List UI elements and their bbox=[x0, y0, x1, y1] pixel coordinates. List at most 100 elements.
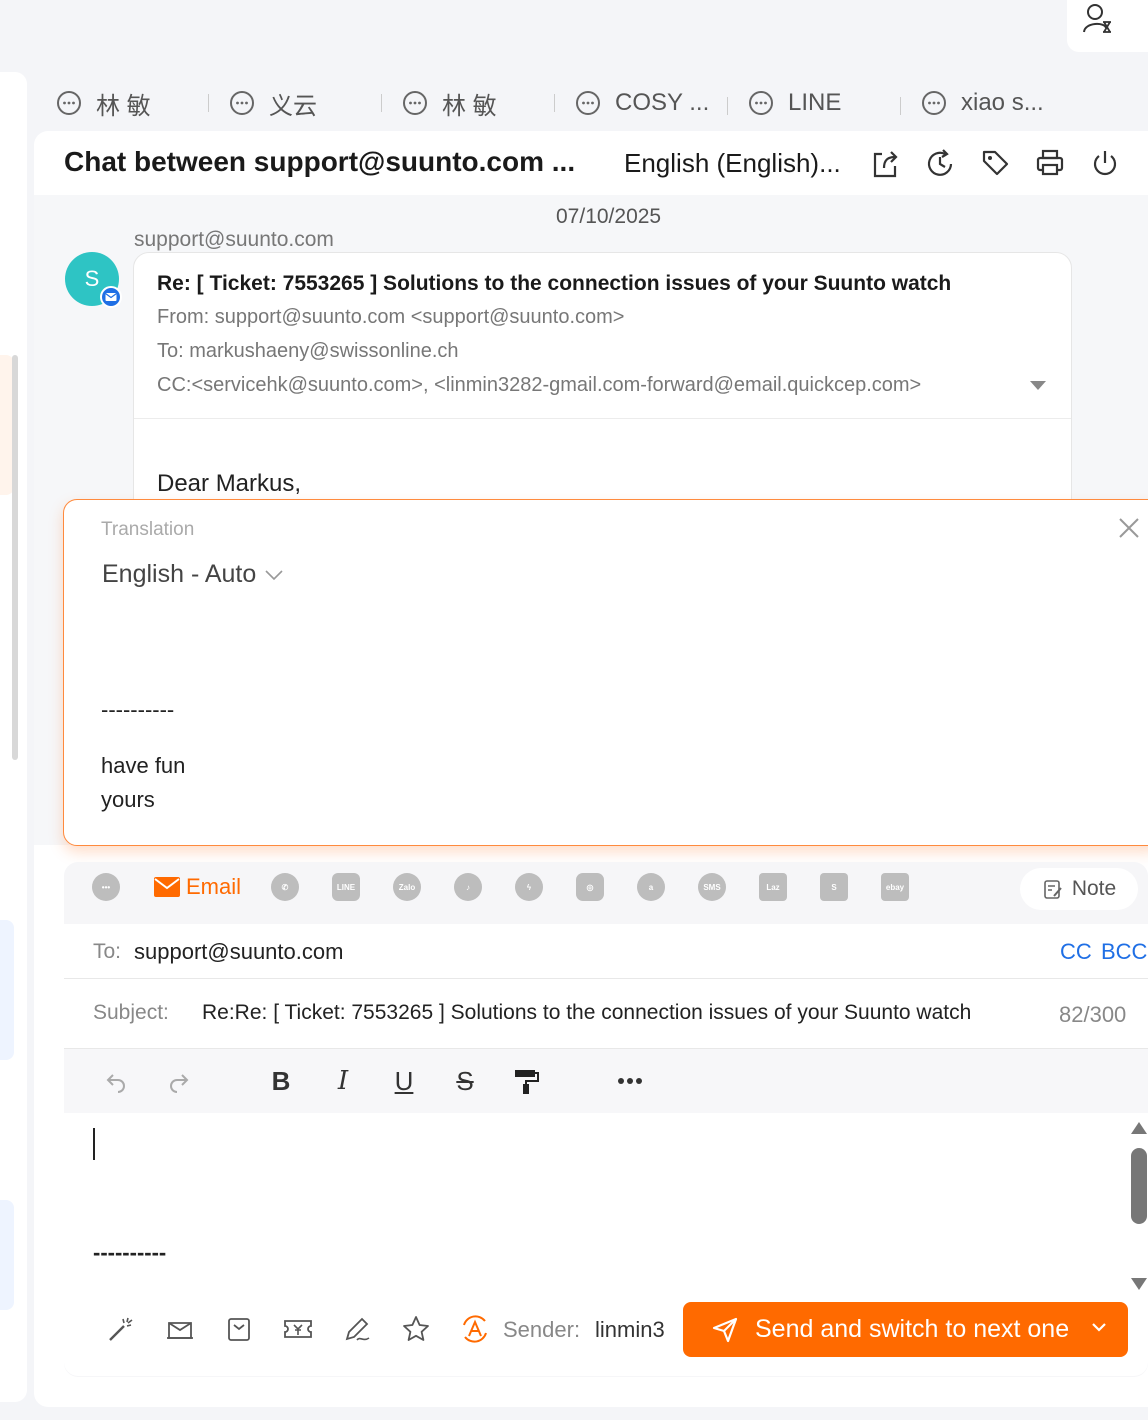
chat-tab[interactable]: 林 敏 bbox=[56, 86, 229, 121]
scroll-up-icon[interactable] bbox=[1131, 1122, 1147, 1134]
sms-icon[interactable]: SMS bbox=[698, 873, 727, 901]
channel-bar: ••• Email ✆ LINE Zalo ♪ ϟ ◎ a SMS Laz S … bbox=[92, 873, 942, 901]
email-from: From: support@suunto.com <support@suunto… bbox=[157, 306, 625, 328]
send-button-label: Send and switch to next one bbox=[755, 1315, 1070, 1343]
strikethrough-icon[interactable]: S bbox=[452, 1065, 478, 1097]
amazon-icon[interactable]: a bbox=[637, 873, 666, 901]
translation-line: yours bbox=[101, 787, 155, 812]
email-body-greeting: Dear Markus, bbox=[157, 470, 302, 497]
chevron-down-icon[interactable] bbox=[1090, 1320, 1108, 1334]
to-label: To: bbox=[93, 940, 122, 963]
note-button[interactable]: Note bbox=[1020, 868, 1138, 910]
left-panel-item[interactable] bbox=[0, 920, 14, 1060]
star-icon[interactable] bbox=[400, 1313, 432, 1345]
undo-icon[interactable] bbox=[102, 1065, 130, 1097]
sender-label: Sender: bbox=[503, 1317, 581, 1342]
chat-tab-label: 林 敏 bbox=[442, 92, 497, 120]
chat-tab-label: COSY ... bbox=[615, 89, 710, 116]
header-actions bbox=[870, 146, 1120, 180]
email-icon bbox=[154, 877, 180, 897]
coupon-icon[interactable] bbox=[282, 1313, 314, 1345]
user-status-icon bbox=[1083, 4, 1111, 33]
chat-title: Chat between support@suunto.com ... bbox=[64, 146, 576, 177]
translation-popup bbox=[63, 499, 1148, 846]
send-and-next-button[interactable]: Send and switch to next one bbox=[683, 1302, 1128, 1357]
bcc-button[interactable]: BCC bbox=[1101, 939, 1147, 965]
underline-icon[interactable]: U bbox=[391, 1065, 417, 1097]
language-select[interactable]: English (English)... bbox=[624, 148, 841, 179]
translation-line: have fun bbox=[101, 753, 186, 778]
chat-tab[interactable]: 林 敏 bbox=[402, 86, 575, 121]
chat-channel-icon[interactable]: ••• bbox=[92, 873, 120, 901]
user-status-box[interactable] bbox=[1067, 0, 1148, 52]
editor-scrollbar[interactable] bbox=[1131, 1148, 1147, 1224]
mail-template-icon[interactable] bbox=[164, 1313, 196, 1345]
chat-bubble-icon bbox=[576, 91, 600, 115]
send-icon bbox=[712, 1317, 738, 1342]
tag-icon[interactable] bbox=[980, 146, 1010, 180]
chat-bubble-icon bbox=[749, 91, 773, 115]
text-cursor bbox=[93, 1128, 95, 1160]
chat-tabs: 林 敏 义云 林 敏 COSY ... LINE xiao s... bbox=[56, 84, 1094, 122]
magic-wand-icon[interactable] bbox=[105, 1313, 137, 1345]
to-field[interactable]: support@suunto.com bbox=[134, 939, 343, 965]
translation-language: English - Auto bbox=[102, 560, 257, 588]
chat-bubble-icon bbox=[57, 91, 81, 115]
line-icon[interactable]: LINE bbox=[332, 873, 361, 901]
chat-tab-label: LINE bbox=[788, 89, 842, 116]
format-toolbar bbox=[64, 1049, 1148, 1113]
email-body-editor[interactable] bbox=[64, 1113, 1130, 1293]
tiktok-icon[interactable]: ♪ bbox=[454, 873, 483, 901]
subject-field[interactable]: Re:Re: [ Ticket: 7553265 ] Solutions to … bbox=[202, 1001, 971, 1025]
whatsapp-icon[interactable]: ✆ bbox=[271, 873, 300, 901]
zalo-icon[interactable]: Zalo bbox=[393, 873, 422, 901]
chat-tab-label: xiao s... bbox=[961, 89, 1044, 116]
translation-line: ---------- bbox=[101, 697, 175, 722]
scroll-down-icon[interactable] bbox=[1131, 1278, 1147, 1290]
messenger-icon[interactable]: ϟ bbox=[515, 873, 544, 901]
history-icon[interactable] bbox=[925, 146, 955, 180]
chat-tab-label: 义云 bbox=[269, 92, 317, 120]
print-icon[interactable] bbox=[1035, 146, 1065, 180]
redo-icon[interactable] bbox=[165, 1065, 193, 1097]
chat-bubble-icon bbox=[403, 91, 427, 115]
left-panel-item[interactable] bbox=[0, 1200, 14, 1310]
shopee-icon[interactable]: S bbox=[820, 873, 849, 901]
email-cc: CC:<servicehk@suunto.com>, <linmin3282-g… bbox=[157, 374, 922, 396]
email-body-separator: ---------- bbox=[93, 1240, 167, 1265]
instagram-icon[interactable]: ◎ bbox=[576, 873, 605, 901]
ebay-icon[interactable]: ebay bbox=[881, 873, 910, 901]
chat-tab[interactable]: COSY ... bbox=[575, 89, 748, 117]
message-date: 07/10/2025 bbox=[556, 205, 662, 228]
power-icon[interactable] bbox=[1090, 146, 1120, 180]
chat-tab[interactable]: LINE bbox=[748, 89, 921, 117]
bold-icon[interactable]: B bbox=[268, 1065, 294, 1097]
message-sender: support@suunto.com bbox=[134, 228, 334, 251]
translation-language-select[interactable]: English - Auto bbox=[102, 560, 284, 589]
sender-select[interactable]: linmin3 bbox=[595, 1317, 665, 1343]
chat-tab[interactable]: 义云 bbox=[229, 86, 402, 121]
signature-icon[interactable] bbox=[341, 1313, 373, 1345]
chat-bubble-icon bbox=[230, 91, 254, 115]
email-subject: Re: [ Ticket: 7553265 ] Solutions to the… bbox=[157, 272, 952, 295]
left-panel-scrollbar[interactable] bbox=[12, 355, 18, 760]
expand-caret-icon[interactable] bbox=[1030, 381, 1046, 390]
inbox-icon[interactable] bbox=[223, 1313, 255, 1345]
chat-tab[interactable]: xiao s... bbox=[921, 89, 1094, 117]
divider bbox=[134, 418, 1071, 419]
share-icon[interactable] bbox=[870, 146, 900, 180]
bottom-toolbar bbox=[105, 1313, 518, 1345]
translate-icon[interactable] bbox=[459, 1313, 491, 1345]
italic-icon[interactable]: I bbox=[330, 1065, 356, 1097]
close-icon[interactable] bbox=[1118, 517, 1140, 539]
email-badge-icon bbox=[100, 286, 122, 308]
more-icon[interactable] bbox=[614, 1065, 646, 1097]
subject-label: Subject: bbox=[93, 1001, 169, 1024]
format-painter-icon[interactable] bbox=[512, 1065, 540, 1097]
email-to: To: markushaeny@swissonline.ch bbox=[157, 340, 459, 362]
lazada-icon[interactable]: Laz bbox=[759, 873, 788, 901]
avatar-letter: S bbox=[84, 266, 100, 291]
email-channel-tab[interactable]: Email bbox=[153, 874, 241, 900]
chat-bubble-icon bbox=[922, 91, 946, 115]
cc-button[interactable]: CC bbox=[1060, 939, 1092, 965]
